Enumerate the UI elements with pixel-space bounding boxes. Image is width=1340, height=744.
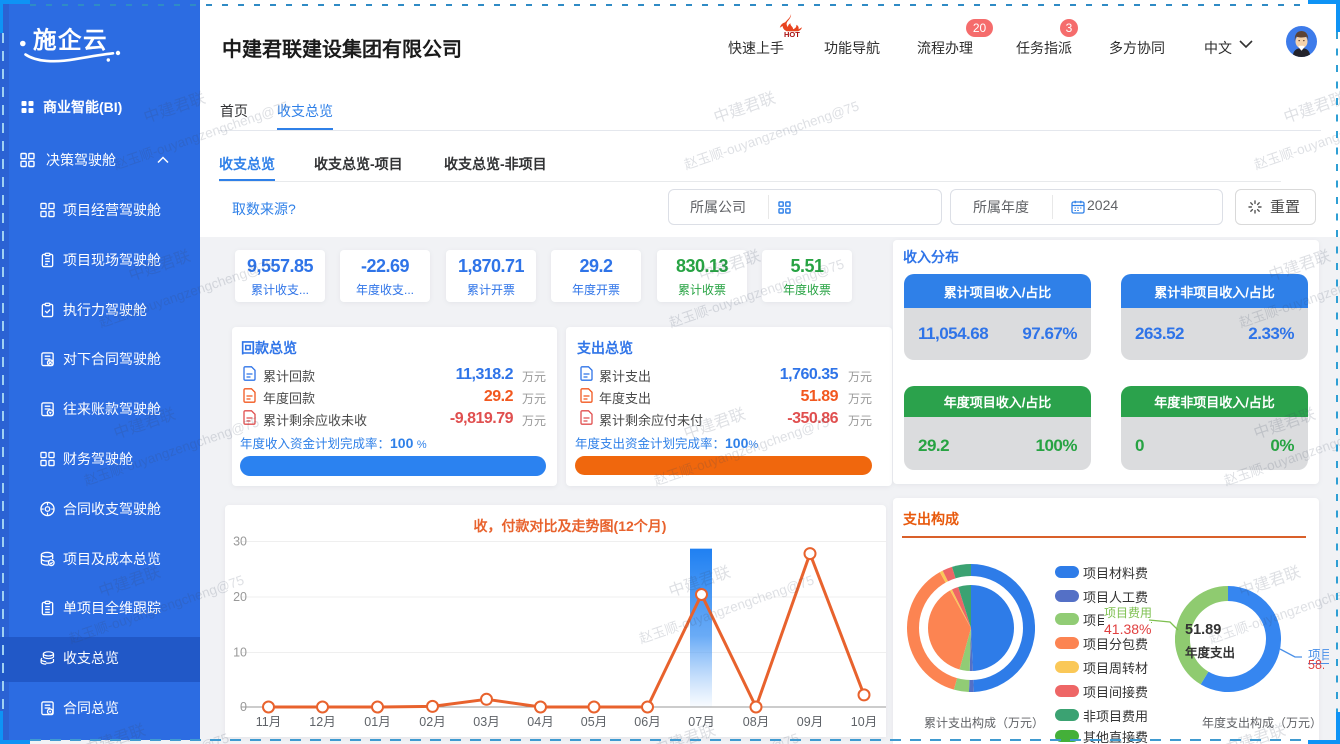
svg-text:08月: 08月 [743, 715, 769, 729]
svg-text:收，付款对比及走势图(12个月): 收，付款对比及走势图(12个月) [474, 518, 667, 534]
svg-text:09月: 09月 [797, 715, 823, 729]
svg-text:06月: 06月 [634, 715, 660, 729]
svg-text:HOT: HOT [784, 30, 800, 38]
svg-text:10: 10 [233, 646, 247, 660]
svg-text:02月: 02月 [419, 715, 445, 729]
svg-text:12月: 12月 [309, 715, 335, 729]
svg-text:30: 30 [233, 535, 247, 549]
svg-text:05月: 05月 [581, 715, 607, 729]
svg-text:03月: 03月 [473, 715, 499, 729]
svg-text:01月: 01月 [364, 715, 390, 729]
svg-text:20: 20 [233, 590, 247, 604]
svg-text:施企云: 施企云 [33, 26, 108, 53]
svg-text:10月: 10月 [851, 715, 877, 729]
svg-text:07月: 07月 [688, 715, 714, 729]
svg-text:11月: 11月 [256, 715, 281, 729]
svg-text:04月: 04月 [527, 715, 553, 729]
